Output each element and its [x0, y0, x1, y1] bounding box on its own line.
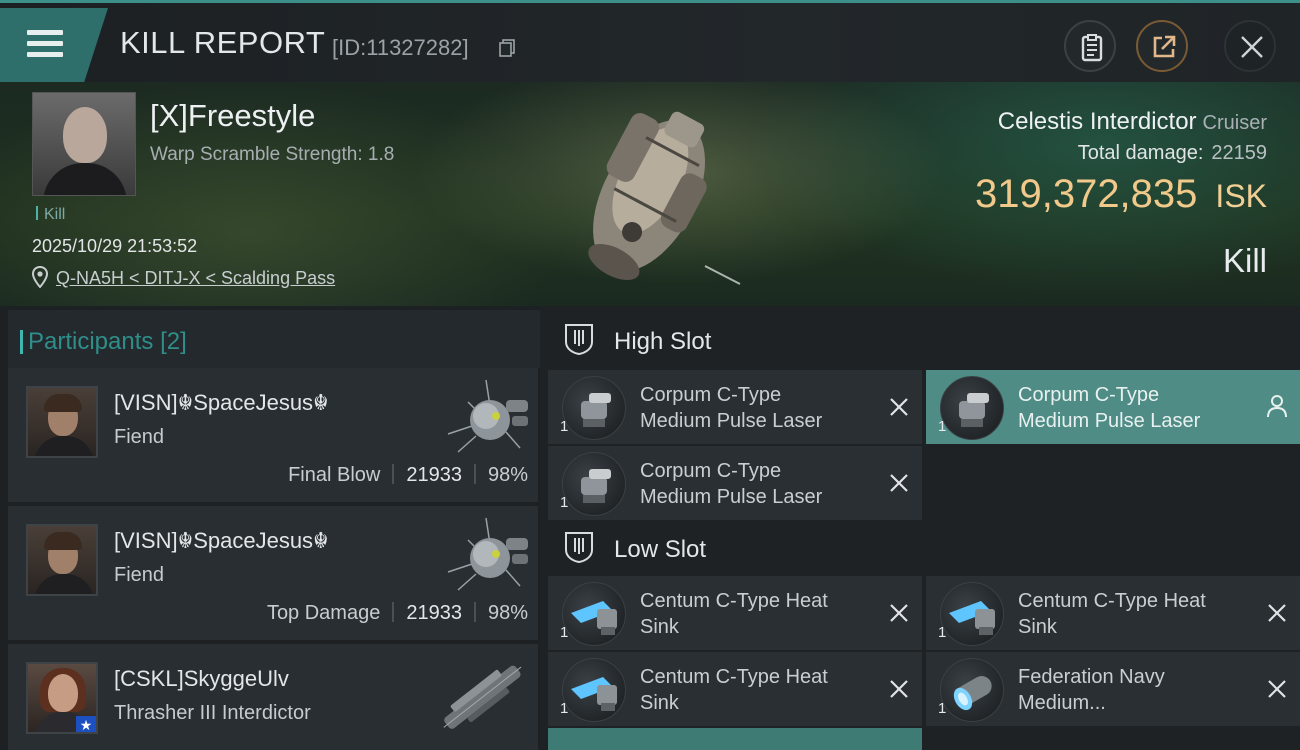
clipboard-button[interactable] — [1064, 20, 1116, 72]
isk-unit: ISK — [1215, 178, 1267, 214]
participant-ship-image — [447, 379, 528, 453]
header-bar: KILL REPORT [ID:11327282] — [0, 0, 1300, 82]
avatar[interactable] — [26, 386, 98, 458]
total-damage-value: 22159 — [1211, 142, 1267, 164]
navy-module-icon — [940, 658, 1004, 722]
participant-role: Final Blow — [288, 464, 381, 486]
module-quantity: 1 — [560, 494, 569, 511]
kill-tag: Kill — [36, 206, 65, 224]
close-icon — [1241, 36, 1263, 58]
victim-ship-name[interactable]: Celestis Interdictor Cruiser — [998, 108, 1267, 136]
low-slot-icon — [565, 532, 593, 564]
participant-percent: 98% — [487, 464, 528, 486]
module-name: Centum C-Type Heat Sink — [1018, 590, 1206, 638]
laser-turret-icon — [940, 376, 1004, 440]
kill-datetime: 2025/10/29 21:53:52 — [32, 236, 198, 256]
remove-x-icon[interactable] — [888, 602, 910, 624]
low-slot-module[interactable]: 1 Federation Navy Medium... — [926, 652, 1300, 726]
participants-label: Participants — [28, 328, 154, 355]
low-slot-module[interactable]: 1 Centum C-Type Heat Sink — [548, 652, 922, 726]
laser-turret-icon — [562, 376, 626, 440]
menu-button[interactable] — [0, 8, 108, 82]
share-icon — [1153, 35, 1176, 58]
fitting-panel: High Slot 1 Corpum C-Type Medium Pulse La… — [540, 306, 1300, 750]
location-link[interactable]: Q-NA5H < DITJ-X < Scalding Pass — [56, 268, 335, 289]
module-quantity: 1 — [560, 700, 569, 717]
module-name: Federation Navy Medium... — [1018, 666, 1165, 714]
participant-percent: 98% — [487, 602, 528, 624]
report-id: [ID:11327282] — [332, 35, 469, 60]
close-button[interactable] — [1224, 20, 1276, 72]
participant-ship: Fiend — [114, 426, 165, 448]
high-slot-icon — [565, 324, 593, 356]
avatar[interactable]: ★ — [26, 662, 98, 734]
remove-x-icon[interactable] — [888, 678, 910, 700]
high-slot-module-selected[interactable]: 1 Corpum C-Type Medium Pulse Laser — [926, 370, 1300, 444]
kill-result: Kill — [1222, 242, 1267, 279]
victim-portrait[interactable] — [32, 92, 136, 196]
low-slot-label: Low Slot — [614, 536, 707, 563]
module-quantity: 1 — [560, 418, 569, 435]
heat-sink-icon — [562, 658, 626, 722]
menu-icon — [27, 30, 63, 35]
participant-row[interactable]: [VISN]☬SpaceJesus☬ Fiend Final Blow 21933… — [8, 368, 538, 502]
participant-stats: Final Blow 21933 98% — [288, 464, 528, 487]
victim-name[interactable]: [X]Freestyle — [150, 98, 315, 134]
participant-name: [VISN]☬SpaceJesus☬ — [114, 528, 329, 553]
participant-ship-image — [443, 665, 522, 729]
heat-sink-icon — [562, 582, 626, 646]
isk-value: 319,372,835 ISK — [974, 172, 1267, 216]
victim-summary: [X]Freestyle Warp Scramble Strength: 1.8… — [0, 82, 1300, 306]
remove-x-icon[interactable] — [888, 396, 910, 418]
remove-x-icon[interactable] — [888, 472, 910, 494]
module-name: Corpum C-Type Medium Pulse Laser — [1018, 384, 1201, 432]
participant-name: [VISN]☬SpaceJesus☬ — [114, 390, 329, 415]
heat-sink-icon — [940, 582, 1004, 646]
participant-ship: Fiend — [114, 564, 165, 586]
high-slot-module[interactable]: 1 Corpum C-Type Medium Pulse Laser — [548, 446, 922, 520]
clipboard-icon — [1081, 34, 1103, 62]
high-slot-module[interactable]: 1 Corpum C-Type Medium Pulse Laser — [548, 370, 922, 444]
module-name: Corpum C-Type Medium Pulse Laser — [640, 384, 823, 432]
share-button[interactable] — [1136, 20, 1188, 72]
participant-stats: Top Damage 21933 98% — [267, 602, 528, 625]
module-quantity: 1 — [938, 700, 947, 717]
participants-header: Participants [2] — [8, 310, 540, 368]
module-name: Corpum C-Type Medium Pulse Laser — [640, 460, 823, 508]
avatar[interactable] — [26, 524, 98, 596]
module-quantity: 1 — [560, 624, 569, 641]
remove-x-icon[interactable] — [1266, 602, 1288, 624]
participant-name: [CSKL]SkyggeUlv — [114, 666, 289, 691]
remove-x-icon[interactable] — [1266, 678, 1288, 700]
total-damage: Total damage: 22159 — [1077, 142, 1267, 164]
participant-damage: 21933 — [406, 464, 462, 486]
participants-panel: Participants [2] [VISN]☬SpaceJesus☬ Fien… — [0, 306, 540, 750]
module-name: Centum C-Type Heat Sink — [640, 590, 828, 638]
high-slot-label: High Slot — [614, 328, 712, 355]
low-slot-module[interactable]: 1 Centum C-Type Heat Sink — [926, 576, 1300, 650]
participant-ship-image — [447, 517, 528, 591]
page-title: KILL REPORT — [120, 25, 326, 60]
participant-row[interactable]: ★ [CSKL]SkyggeUlv Thrasher III Interdict… — [8, 644, 538, 750]
victim-ship-image[interactable] — [540, 86, 760, 301]
module-quantity: 1 — [938, 624, 947, 641]
location-pin-icon — [32, 266, 48, 288]
participants-count: [2] — [160, 328, 187, 355]
laser-turret-icon — [562, 452, 626, 516]
participant-role: Top Damage — [266, 602, 381, 624]
low-slot-module[interactable]: 1 Centum C-Type Heat Sink — [548, 576, 922, 650]
warp-scramble-strength: Warp Scramble Strength: 1.8 — [150, 144, 395, 165]
participant-ship: Thrasher III Interdictor — [114, 702, 311, 724]
module-name: Centum C-Type Heat Sink — [640, 666, 828, 714]
partially-visible-module[interactable] — [548, 728, 922, 750]
participant-row[interactable]: [VISN]☬SpaceJesus☬ Fiend Top Damage 21933… — [8, 506, 538, 640]
participant-damage: 21933 — [406, 602, 462, 624]
copy-icon[interactable] — [499, 39, 515, 57]
high-slot-header: High Slot — [548, 310, 1298, 370]
star-badge-icon: ★ — [76, 716, 96, 732]
module-quantity: 1 — [938, 418, 947, 435]
victim-ship-class: Cruiser — [1202, 112, 1267, 134]
low-slot-header: Low Slot — [548, 518, 1298, 578]
person-icon[interactable] — [1266, 394, 1288, 418]
